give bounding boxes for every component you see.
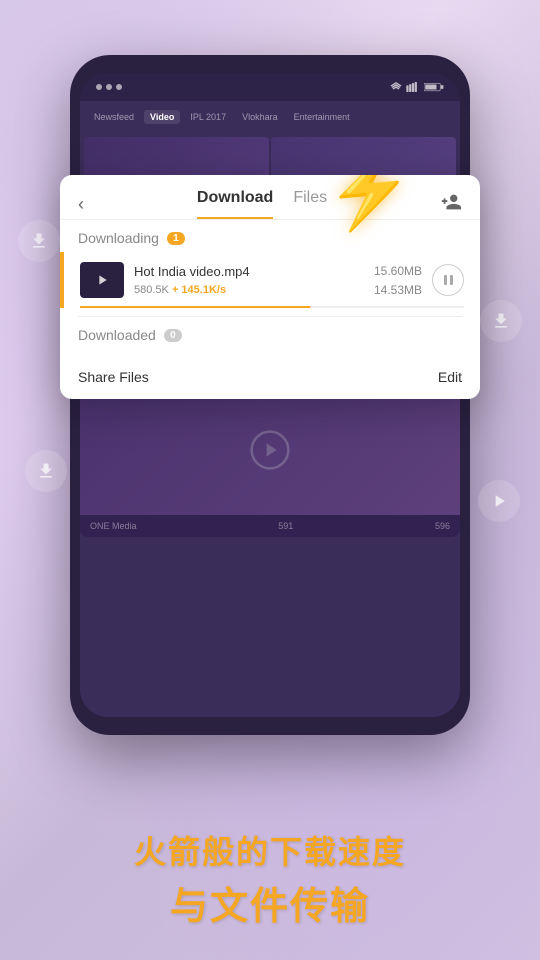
item-speed-base: 580.5K (134, 284, 169, 296)
item-name-row: Hot India video.mp4 15.60MB (134, 264, 422, 279)
pause-bar-2 (450, 275, 453, 285)
add-user-button[interactable] (440, 191, 462, 218)
tab-entertainment[interactable]: Entertainment (288, 110, 356, 124)
item-size-total: 15.60MB (374, 264, 422, 278)
side-play-icon-right2 (478, 480, 520, 522)
side-download-icon-right1 (480, 300, 522, 342)
lightning-icon: ⚡ (322, 175, 418, 231)
panel-tabs: Download Files (197, 189, 327, 219)
item-thumbnail (80, 262, 124, 298)
tab-newsfeed[interactable]: Newsfeed (88, 110, 140, 124)
status-right (390, 82, 444, 92)
pause-icon (444, 275, 453, 285)
tab-video[interactable]: Video (144, 110, 180, 124)
status-left (96, 84, 122, 90)
item-filename: Hot India video.mp4 (134, 264, 250, 279)
video-overlay: ONE Media 591 596 (80, 385, 460, 537)
downloaded-section-header: Downloaded 0 (60, 317, 480, 349)
text-line2: 与文件传输 (20, 875, 520, 930)
side-download-icon-left2 (25, 450, 67, 492)
downloading-label: Downloading (78, 230, 159, 246)
downloaded-section: Downloaded 0 (60, 310, 480, 355)
video-overlay-inner (80, 385, 460, 515)
downloaded-label: Downloaded (78, 327, 156, 343)
item-speed-boost: + 145.1K/s (172, 284, 226, 296)
downloaded-badge: 0 (164, 329, 182, 342)
phone-status-bar (80, 73, 460, 101)
phone-browser-tabs: Newsfeed Video IPL 2017 Vlokhara Enterta… (80, 101, 460, 133)
tab-ipl[interactable]: IPL 2017 (184, 110, 232, 124)
tab-files[interactable]: Files (293, 189, 327, 219)
item-progress-row: 580.5K + 145.1K/s 14.53MB (134, 283, 422, 297)
item-speed: 580.5K + 145.1K/s (134, 284, 226, 296)
download-item: Hot India video.mp4 15.60MB 580.5K + 145… (60, 252, 480, 308)
tab-download[interactable]: Download (197, 189, 273, 219)
item-size-done: 14.53MB (374, 283, 422, 297)
item-info: Hot India video.mp4 15.60MB 580.5K + 145… (124, 264, 432, 297)
edit-button[interactable]: Edit (438, 369, 462, 385)
pause-bar-1 (444, 275, 447, 285)
download-panel: ‹ Download Files Downloading 1 Hot India… (60, 175, 480, 399)
meta-channel: ONE Media (90, 521, 137, 531)
downloading-badge: 1 (167, 232, 185, 245)
meta-shares: 596 (435, 521, 450, 531)
side-download-icon-left1 (18, 220, 60, 262)
pause-button[interactable] (432, 264, 464, 296)
status-dot (116, 84, 122, 90)
tab-vlokhara[interactable]: Vlokhara (236, 110, 284, 124)
bottom-text: 火箭般的下载速度 与文件传输 (0, 827, 540, 930)
share-files-button[interactable]: Share Files (78, 369, 149, 385)
meta-likes: 591 (278, 521, 293, 531)
text-line1: 火箭般的下载速度 (20, 827, 520, 873)
status-dot (106, 84, 112, 90)
action-row: Share Files Edit (60, 355, 480, 399)
status-dot (96, 84, 102, 90)
back-button[interactable]: ‹ (78, 194, 84, 215)
video-overlay-meta: ONE Media 591 596 (80, 515, 460, 537)
